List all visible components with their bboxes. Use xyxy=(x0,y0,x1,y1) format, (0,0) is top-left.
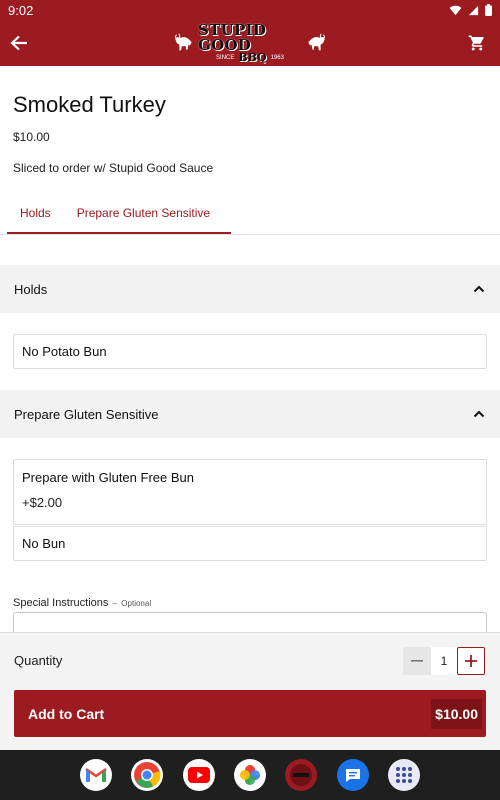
cart-total: $10.00 xyxy=(431,698,482,729)
decrement-button[interactable] xyxy=(403,647,431,675)
wifi-icon xyxy=(449,5,462,15)
add-to-cart-button[interactable]: Add to Cart $10.00 xyxy=(14,690,486,737)
back-button[interactable] xyxy=(2,20,36,66)
stupid-good-bbq-logo: STUPID GOOD SINCE BBQ 1963 xyxy=(172,21,328,64)
chevron-up-icon xyxy=(472,282,486,296)
option-label: No Potato Bun xyxy=(22,344,107,359)
chevron-up-icon xyxy=(472,407,486,421)
gmail-icon[interactable] xyxy=(80,759,112,791)
quantity-stepper: 1 xyxy=(403,647,485,675)
increment-button[interactable] xyxy=(457,647,485,675)
messages-icon[interactable] xyxy=(336,759,369,791)
option-no-potato-bun[interactable]: No Potato Bun xyxy=(13,334,487,369)
logo-wordmark: STUPID GOOD xyxy=(197,21,267,54)
quantity-value[interactable]: 1 xyxy=(431,647,457,675)
divider xyxy=(0,234,500,235)
option-price: +$2.00 xyxy=(22,495,63,510)
option-gluten-free-bun[interactable]: Prepare with Gluten Free Bun +$2.00 xyxy=(13,459,487,525)
cell-signal-icon xyxy=(468,5,479,15)
item-title: Smoked Turkey xyxy=(13,92,166,117)
order-panel: Quantity 1 Add to Cart $10.00 xyxy=(0,632,500,750)
app-drawer-icon[interactable] xyxy=(387,759,420,791)
optional-tag: Optional xyxy=(121,599,152,608)
tab-prepare-gluten-sensitive[interactable]: Prepare Gluten Sensitive xyxy=(64,196,223,232)
section-title: Holds xyxy=(14,281,48,297)
stupid-good-app-icon[interactable] xyxy=(285,759,318,791)
app-bar: STUPID GOOD SINCE BBQ 1963 xyxy=(0,20,500,66)
arrow-back-icon xyxy=(10,35,27,51)
bull-left-icon xyxy=(174,33,192,51)
item-description: Sliced to order w/ Stupid Good Sauce xyxy=(13,161,214,175)
logo-bbq: BBQ xyxy=(238,51,267,64)
section-header-holds[interactable]: Holds xyxy=(0,265,500,313)
bull-right-icon xyxy=(308,33,326,51)
special-instructions-label: Special Instructions – Optional xyxy=(13,597,151,609)
plus-icon xyxy=(465,655,477,667)
modifier-tabs: Holds Prepare Gluten Sensitive xyxy=(7,196,231,234)
status-bar: 9:02 xyxy=(0,0,500,20)
option-label: No Bun xyxy=(22,536,66,551)
instructions-dash: – xyxy=(110,599,120,608)
section-title: Prepare Gluten Sensitive xyxy=(14,406,159,422)
logo-year: 1963 xyxy=(270,55,284,61)
tab-holds[interactable]: Holds xyxy=(7,196,64,232)
option-label: Prepare with Gluten Free Bun xyxy=(22,470,194,485)
battery-icon xyxy=(485,4,492,16)
logo-since: SINCE xyxy=(216,55,235,61)
item-detail-content: Smoked Turkey $10.00 Sliced to order w/ … xyxy=(0,66,500,750)
add-to-cart-label: Add to Cart xyxy=(28,705,105,722)
item-price: $10.00 xyxy=(13,130,50,144)
quantity-label: Quantity xyxy=(14,653,63,668)
instructions-label-text: Special Instructions xyxy=(13,597,109,609)
photos-icon[interactable] xyxy=(233,759,266,791)
option-no-bun[interactable]: No Bun xyxy=(13,526,487,561)
minus-icon xyxy=(411,660,423,662)
cart-button[interactable] xyxy=(464,30,490,56)
shopping-cart-icon xyxy=(468,35,484,51)
status-time: 9:02 xyxy=(8,2,34,18)
section-header-prepare-gluten-sensitive[interactable]: Prepare Gluten Sensitive xyxy=(0,390,500,438)
app-dock xyxy=(80,756,420,794)
chrome-icon[interactable] xyxy=(131,759,164,791)
youtube-icon[interactable] xyxy=(182,759,215,791)
